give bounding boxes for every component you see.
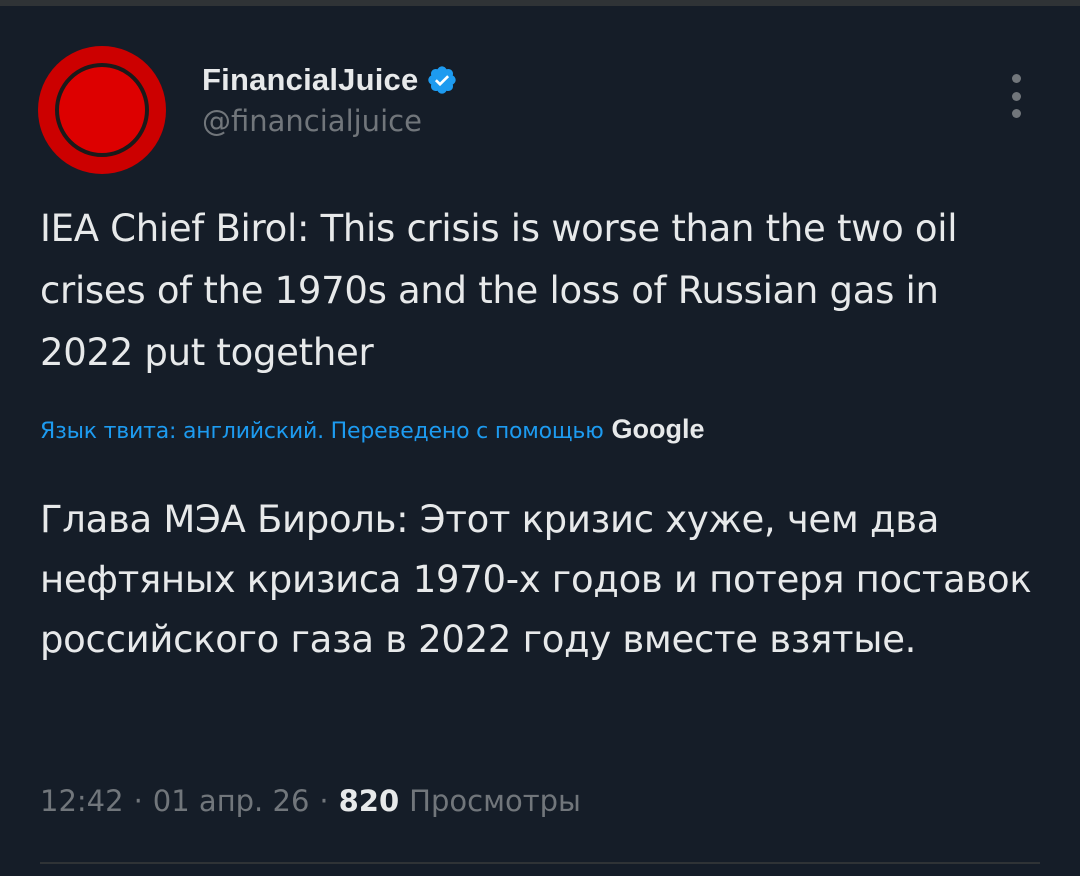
avatar[interactable] <box>38 46 166 174</box>
google-logo: Google <box>611 414 705 444</box>
more-dot <box>1011 109 1021 118</box>
translated-text: Глава МЭА Бироль: Этот кризис хуже, чем … <box>40 498 1032 661</box>
tweet-text: IEA Chief Birol: This crisis is worse th… <box>40 207 958 374</box>
more-options-icon[interactable] <box>1004 74 1028 118</box>
bottom-divider <box>40 862 1040 864</box>
tweet-date[interactable]: 01 апр. 26 <box>153 784 310 818</box>
author-block: FinancialJuice @financialjuice <box>202 58 458 138</box>
views-count[interactable]: 820 <box>339 784 400 818</box>
tweet-meta: 12:42 · 01 апр. 26 · 820 Просмотры <box>40 784 1040 818</box>
translation-attribution: Язык твита: английский. Переведено с пом… <box>40 414 1040 445</box>
top-divider <box>0 0 1080 6</box>
views-label: Просмотры <box>409 784 581 818</box>
author-name-row: FinancialJuice <box>202 58 458 102</box>
meta-separator: · <box>319 784 329 818</box>
translate-link[interactable]: Язык твита: английский. Переведено с пом… <box>40 419 604 444</box>
meta-separator: · <box>133 784 143 818</box>
tweet-time[interactable]: 12:42 <box>40 784 124 818</box>
more-dot <box>1011 74 1021 83</box>
author-handle[interactable]: @financialjuice <box>202 104 458 138</box>
avatar-logo-icon <box>55 63 149 157</box>
verified-badge-icon[interactable] <box>426 64 458 96</box>
author-display-name[interactable]: FinancialJuice <box>202 62 418 98</box>
more-dot <box>1011 91 1021 101</box>
tweet-detail: FinancialJuice @financialjuice IEA Chief… <box>0 0 1080 876</box>
